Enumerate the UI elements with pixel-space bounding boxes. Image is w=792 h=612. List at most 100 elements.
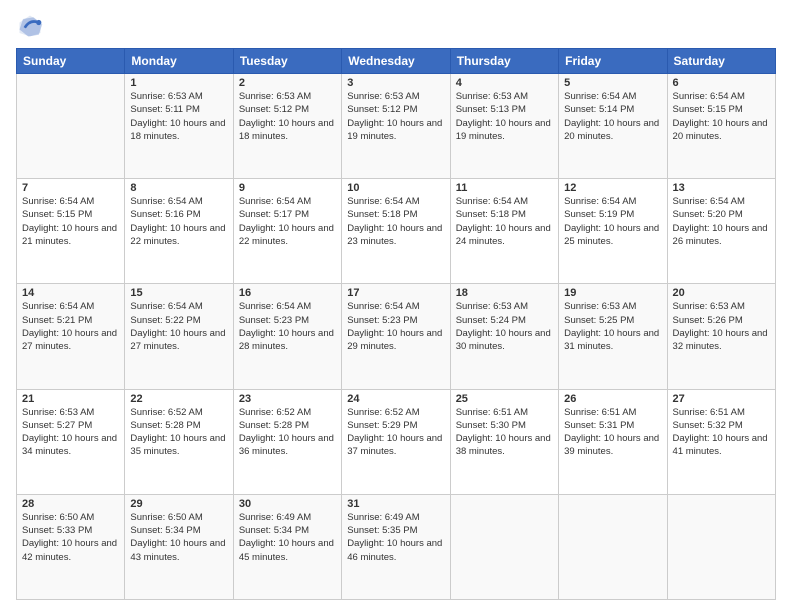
day-number: 5: [564, 77, 661, 89]
day-detail: Sunrise: 6:54 AMSunset: 5:19 PMDaylight:…: [564, 195, 661, 248]
day-detail: Sunrise: 6:54 AMSunset: 5:17 PMDaylight:…: [239, 195, 336, 248]
calendar-cell: 9Sunrise: 6:54 AMSunset: 5:17 PMDaylight…: [233, 179, 341, 284]
day-number: 17: [347, 287, 444, 299]
calendar-cell: 1Sunrise: 6:53 AMSunset: 5:11 PMDaylight…: [125, 74, 233, 179]
calendar-cell: 29Sunrise: 6:50 AMSunset: 5:34 PMDayligh…: [125, 494, 233, 599]
day-number: 25: [456, 393, 553, 405]
calendar-cell: 10Sunrise: 6:54 AMSunset: 5:18 PMDayligh…: [342, 179, 450, 284]
calendar-cell: [17, 74, 125, 179]
calendar-cell: 4Sunrise: 6:53 AMSunset: 5:13 PMDaylight…: [450, 74, 558, 179]
day-number: 15: [130, 287, 227, 299]
day-detail: Sunrise: 6:53 AMSunset: 5:12 PMDaylight:…: [347, 90, 444, 143]
day-number: 27: [673, 393, 770, 405]
header: [16, 12, 776, 40]
day-number: 13: [673, 182, 770, 194]
day-detail: Sunrise: 6:54 AMSunset: 5:23 PMDaylight:…: [347, 300, 444, 353]
day-number: 20: [673, 287, 770, 299]
day-number: 16: [239, 287, 336, 299]
day-detail: Sunrise: 6:53 AMSunset: 5:12 PMDaylight:…: [239, 90, 336, 143]
day-number: 10: [347, 182, 444, 194]
calendar-cell: 6Sunrise: 6:54 AMSunset: 5:15 PMDaylight…: [667, 74, 775, 179]
day-number: 24: [347, 393, 444, 405]
day-detail: Sunrise: 6:49 AMSunset: 5:34 PMDaylight:…: [239, 511, 336, 564]
day-detail: Sunrise: 6:54 AMSunset: 5:15 PMDaylight:…: [673, 90, 770, 143]
calendar-week-row: 7Sunrise: 6:54 AMSunset: 5:15 PMDaylight…: [17, 179, 776, 284]
day-number: 1: [130, 77, 227, 89]
day-number: 7: [22, 182, 119, 194]
day-detail: Sunrise: 6:49 AMSunset: 5:35 PMDaylight:…: [347, 511, 444, 564]
calendar-cell: 14Sunrise: 6:54 AMSunset: 5:21 PMDayligh…: [17, 284, 125, 389]
day-detail: Sunrise: 6:54 AMSunset: 5:23 PMDaylight:…: [239, 300, 336, 353]
day-number: 3: [347, 77, 444, 89]
day-number: 11: [456, 182, 553, 194]
calendar-cell: 13Sunrise: 6:54 AMSunset: 5:20 PMDayligh…: [667, 179, 775, 284]
day-number: 31: [347, 498, 444, 510]
calendar-cell: 15Sunrise: 6:54 AMSunset: 5:22 PMDayligh…: [125, 284, 233, 389]
day-number: 30: [239, 498, 336, 510]
calendar-cell: 22Sunrise: 6:52 AMSunset: 5:28 PMDayligh…: [125, 389, 233, 494]
calendar-cell: 26Sunrise: 6:51 AMSunset: 5:31 PMDayligh…: [559, 389, 667, 494]
calendar-cell: 24Sunrise: 6:52 AMSunset: 5:29 PMDayligh…: [342, 389, 450, 494]
day-detail: Sunrise: 6:53 AMSunset: 5:24 PMDaylight:…: [456, 300, 553, 353]
calendar-cell: 28Sunrise: 6:50 AMSunset: 5:33 PMDayligh…: [17, 494, 125, 599]
day-detail: Sunrise: 6:51 AMSunset: 5:30 PMDaylight:…: [456, 406, 553, 459]
day-detail: Sunrise: 6:53 AMSunset: 5:25 PMDaylight:…: [564, 300, 661, 353]
calendar-cell: 7Sunrise: 6:54 AMSunset: 5:15 PMDaylight…: [17, 179, 125, 284]
calendar-cell: [667, 494, 775, 599]
day-number: 2: [239, 77, 336, 89]
day-detail: Sunrise: 6:54 AMSunset: 5:14 PMDaylight:…: [564, 90, 661, 143]
weekday-header-thursday: Thursday: [450, 49, 558, 74]
day-number: 12: [564, 182, 661, 194]
calendar-cell: 5Sunrise: 6:54 AMSunset: 5:14 PMDaylight…: [559, 74, 667, 179]
day-number: 4: [456, 77, 553, 89]
day-number: 29: [130, 498, 227, 510]
calendar-cell: 21Sunrise: 6:53 AMSunset: 5:27 PMDayligh…: [17, 389, 125, 494]
weekday-header-monday: Monday: [125, 49, 233, 74]
calendar-header-row: SundayMondayTuesdayWednesdayThursdayFrid…: [17, 49, 776, 74]
calendar-week-row: 14Sunrise: 6:54 AMSunset: 5:21 PMDayligh…: [17, 284, 776, 389]
day-detail: Sunrise: 6:52 AMSunset: 5:28 PMDaylight:…: [130, 406, 227, 459]
day-number: 6: [673, 77, 770, 89]
day-detail: Sunrise: 6:54 AMSunset: 5:20 PMDaylight:…: [673, 195, 770, 248]
day-detail: Sunrise: 6:50 AMSunset: 5:34 PMDaylight:…: [130, 511, 227, 564]
logo-icon: [16, 12, 44, 40]
day-detail: Sunrise: 6:54 AMSunset: 5:15 PMDaylight:…: [22, 195, 119, 248]
day-detail: Sunrise: 6:54 AMSunset: 5:18 PMDaylight:…: [456, 195, 553, 248]
calendar-cell: 8Sunrise: 6:54 AMSunset: 5:16 PMDaylight…: [125, 179, 233, 284]
day-number: 9: [239, 182, 336, 194]
day-detail: Sunrise: 6:53 AMSunset: 5:11 PMDaylight:…: [130, 90, 227, 143]
calendar-cell: [559, 494, 667, 599]
day-detail: Sunrise: 6:53 AMSunset: 5:13 PMDaylight:…: [456, 90, 553, 143]
calendar-cell: 31Sunrise: 6:49 AMSunset: 5:35 PMDayligh…: [342, 494, 450, 599]
calendar-cell: 23Sunrise: 6:52 AMSunset: 5:28 PMDayligh…: [233, 389, 341, 494]
day-detail: Sunrise: 6:53 AMSunset: 5:27 PMDaylight:…: [22, 406, 119, 459]
calendar-cell: 20Sunrise: 6:53 AMSunset: 5:26 PMDayligh…: [667, 284, 775, 389]
day-detail: Sunrise: 6:50 AMSunset: 5:33 PMDaylight:…: [22, 511, 119, 564]
day-detail: Sunrise: 6:54 AMSunset: 5:21 PMDaylight:…: [22, 300, 119, 353]
calendar-cell: 17Sunrise: 6:54 AMSunset: 5:23 PMDayligh…: [342, 284, 450, 389]
weekday-header-sunday: Sunday: [17, 49, 125, 74]
day-number: 26: [564, 393, 661, 405]
day-detail: Sunrise: 6:54 AMSunset: 5:22 PMDaylight:…: [130, 300, 227, 353]
day-detail: Sunrise: 6:54 AMSunset: 5:18 PMDaylight:…: [347, 195, 444, 248]
day-detail: Sunrise: 6:53 AMSunset: 5:26 PMDaylight:…: [673, 300, 770, 353]
day-detail: Sunrise: 6:51 AMSunset: 5:31 PMDaylight:…: [564, 406, 661, 459]
day-number: 18: [456, 287, 553, 299]
calendar-cell: 27Sunrise: 6:51 AMSunset: 5:32 PMDayligh…: [667, 389, 775, 494]
calendar-cell: 12Sunrise: 6:54 AMSunset: 5:19 PMDayligh…: [559, 179, 667, 284]
calendar-cell: 25Sunrise: 6:51 AMSunset: 5:30 PMDayligh…: [450, 389, 558, 494]
calendar-table: SundayMondayTuesdayWednesdayThursdayFrid…: [16, 48, 776, 600]
weekday-header-tuesday: Tuesday: [233, 49, 341, 74]
day-detail: Sunrise: 6:54 AMSunset: 5:16 PMDaylight:…: [130, 195, 227, 248]
logo: [16, 12, 48, 40]
calendar-cell: 30Sunrise: 6:49 AMSunset: 5:34 PMDayligh…: [233, 494, 341, 599]
calendar-cell: 3Sunrise: 6:53 AMSunset: 5:12 PMDaylight…: [342, 74, 450, 179]
day-detail: Sunrise: 6:52 AMSunset: 5:29 PMDaylight:…: [347, 406, 444, 459]
day-number: 28: [22, 498, 119, 510]
calendar-week-row: 1Sunrise: 6:53 AMSunset: 5:11 PMDaylight…: [17, 74, 776, 179]
calendar-week-row: 28Sunrise: 6:50 AMSunset: 5:33 PMDayligh…: [17, 494, 776, 599]
weekday-header-saturday: Saturday: [667, 49, 775, 74]
calendar-cell: 11Sunrise: 6:54 AMSunset: 5:18 PMDayligh…: [450, 179, 558, 284]
calendar-cell: [450, 494, 558, 599]
day-number: 19: [564, 287, 661, 299]
